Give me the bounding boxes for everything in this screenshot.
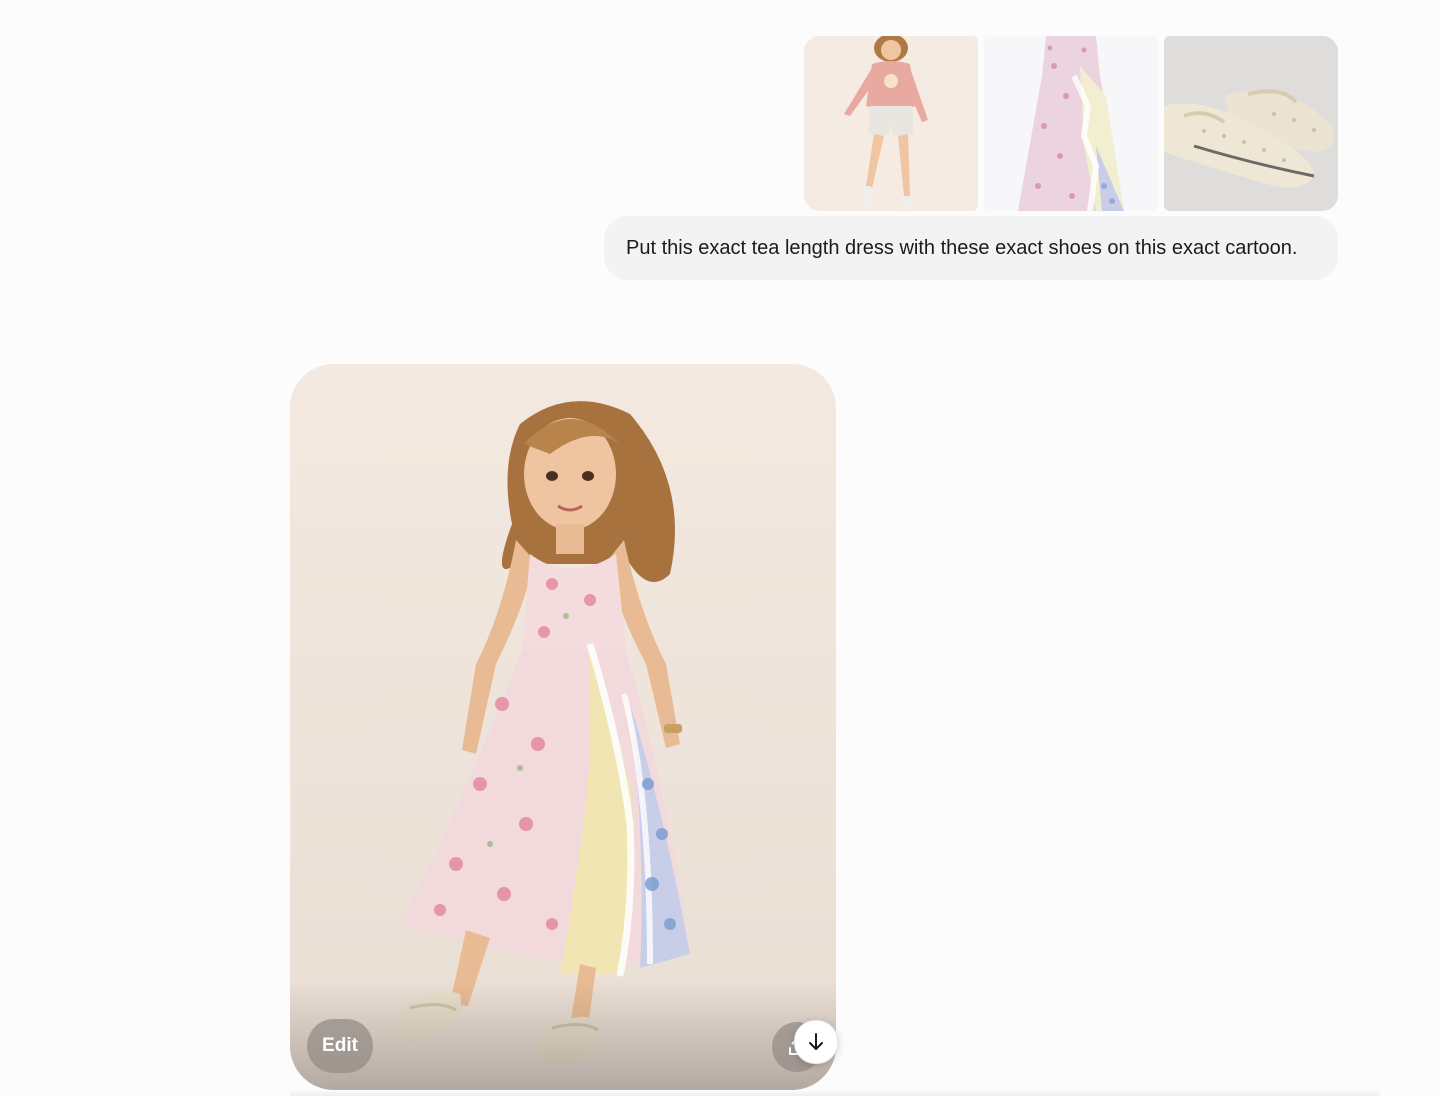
attachment-floral-dress[interactable] bbox=[984, 36, 1158, 211]
scroll-to-bottom-button[interactable] bbox=[794, 1020, 838, 1064]
arrow-down-icon bbox=[809, 1033, 823, 1050]
edit-image-button[interactable]: Edit bbox=[307, 1019, 373, 1073]
beaded-shoes-image bbox=[1164, 36, 1338, 211]
chat-thread: Put this exact tea length dress with the… bbox=[0, 0, 1440, 1096]
composer-edge bbox=[290, 1090, 1380, 1096]
cartoon-girl-image bbox=[804, 36, 978, 211]
generated-image-card[interactable]: Edit bbox=[290, 364, 836, 1090]
user-message-bubble: Put this exact tea length dress with the… bbox=[604, 216, 1338, 280]
user-attachments bbox=[804, 36, 1338, 211]
attachment-cartoon-girl[interactable] bbox=[804, 36, 978, 211]
attachment-beaded-shoes[interactable] bbox=[1164, 36, 1338, 211]
generated-outfit-image bbox=[290, 364, 836, 1090]
floral-dress-image bbox=[984, 36, 1158, 211]
